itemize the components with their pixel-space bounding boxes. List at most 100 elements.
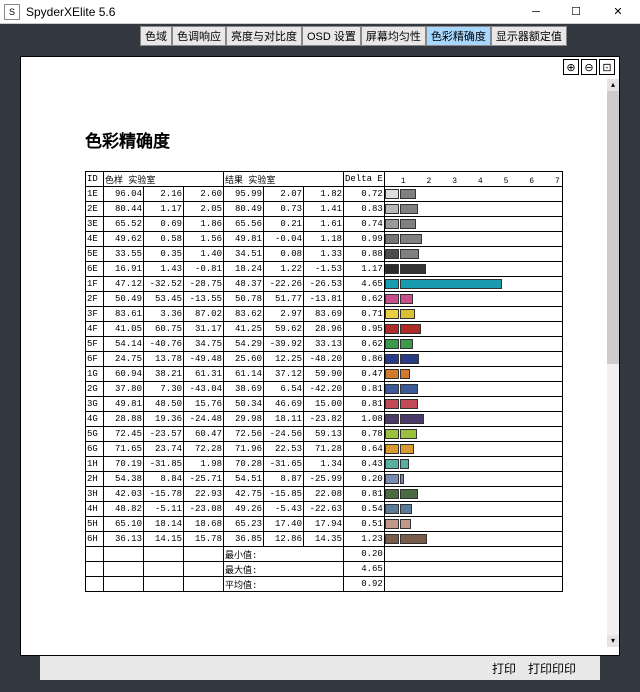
print-button[interactable]: 打印 xyxy=(492,660,516,677)
result-val: -24.56 xyxy=(264,427,304,442)
row-id: 4H xyxy=(86,502,104,517)
sample-val: 53.45 xyxy=(144,292,184,307)
tab-4[interactable]: 屏幕均匀性 xyxy=(361,26,426,46)
tab-6[interactable]: 显示器额定值 xyxy=(491,26,567,46)
delta-val: 0.86 xyxy=(344,352,385,367)
tab-0[interactable]: 色域 xyxy=(140,26,172,46)
table-row: 5E33.550.351.4034.510.081.330.88 xyxy=(86,247,563,262)
result-val: 0.08 xyxy=(264,247,304,262)
zoom-in-icon[interactable]: ⊕ xyxy=(563,59,579,75)
result-val: -39.92 xyxy=(264,337,304,352)
tab-3[interactable]: OSD 设置 xyxy=(302,26,361,46)
sample-val: 14.15 xyxy=(144,532,184,547)
close-button[interactable]: ✕ xyxy=(596,0,640,24)
delta-bar xyxy=(400,339,414,349)
chart-cell xyxy=(384,397,562,412)
sample-val: 83.61 xyxy=(104,307,144,322)
chart-cell xyxy=(384,457,562,472)
table-row: 5H65.1018.1418.6865.2317.4017.940.51 xyxy=(86,517,563,532)
sample-val: 71.65 xyxy=(104,442,144,457)
row-id: 1F xyxy=(86,277,104,292)
chart-cell xyxy=(384,427,562,442)
table-row: 1G60.9438.2161.3161.1437.1259.900.47 xyxy=(86,367,563,382)
tab-5[interactable]: 色彩精确度 xyxy=(426,26,491,46)
result-val: -22.26 xyxy=(264,277,304,292)
vertical-scrollbar[interactable]: ▴ ▾ xyxy=(607,79,619,647)
color-swatch xyxy=(385,414,399,424)
delta-bar xyxy=(400,354,419,364)
color-swatch xyxy=(385,489,399,499)
sample-val: -23.08 xyxy=(184,502,224,517)
sample-val: 87.02 xyxy=(184,307,224,322)
color-swatch xyxy=(385,474,399,484)
result-val: 8.87 xyxy=(264,472,304,487)
delta-val: 0.95 xyxy=(344,322,385,337)
chart-cell xyxy=(384,487,562,502)
row-id: 6F xyxy=(86,352,104,367)
row-id: 2G xyxy=(86,382,104,397)
table-row: 5G72.45-23.5760.4772.56-24.5659.130.78 xyxy=(86,427,563,442)
delta-bar xyxy=(400,384,418,394)
row-id: 3F xyxy=(86,307,104,322)
sample-val: 3.36 xyxy=(144,307,184,322)
chart-cell xyxy=(384,382,562,397)
color-swatch xyxy=(385,429,399,439)
sample-val: -23.57 xyxy=(144,427,184,442)
row-id: 1G xyxy=(86,367,104,382)
minimize-button[interactable]: ─ xyxy=(516,0,556,24)
sample-val: 36.13 xyxy=(104,532,144,547)
sample-val: 60.75 xyxy=(144,322,184,337)
result-val: 70.28 xyxy=(224,457,264,472)
summary-value: 0.92 xyxy=(344,577,385,592)
zoom-fit-icon[interactable]: ⊡ xyxy=(599,59,615,75)
sample-val: 49.81 xyxy=(104,397,144,412)
color-swatch xyxy=(385,444,399,454)
scroll-up-icon[interactable]: ▴ xyxy=(607,79,619,91)
result-val: 48.37 xyxy=(224,277,264,292)
sample-val: -49.48 xyxy=(184,352,224,367)
summary-row: 平均值:0.92 xyxy=(86,577,563,592)
result-val: 12.25 xyxy=(264,352,304,367)
delta-val: 1.23 xyxy=(344,532,385,547)
tab-1[interactable]: 色调响应 xyxy=(172,26,226,46)
sample-val: -13.55 xyxy=(184,292,224,307)
scroll-down-icon[interactable]: ▾ xyxy=(607,635,619,647)
result-val: 65.23 xyxy=(224,517,264,532)
print-alt-button[interactable]: 打印印印 xyxy=(528,660,576,677)
sample-val: 8.84 xyxy=(144,472,184,487)
sample-val: -0.81 xyxy=(184,262,224,277)
delta-bar xyxy=(400,264,426,274)
sample-val: 0.69 xyxy=(144,217,184,232)
result-val: -13.81 xyxy=(304,292,344,307)
chart-cell xyxy=(384,337,562,352)
window-title: SpyderXElite 5.6 xyxy=(24,5,516,19)
sample-val: 2.05 xyxy=(184,202,224,217)
result-val: 95.99 xyxy=(224,187,264,202)
sample-val: 13.78 xyxy=(144,352,184,367)
row-id: 4F xyxy=(86,322,104,337)
chart-cell xyxy=(384,532,562,547)
delta-bar xyxy=(400,189,416,199)
color-swatch xyxy=(385,204,399,214)
sample-val: -28.75 xyxy=(184,277,224,292)
scroll-thumb[interactable] xyxy=(607,91,619,364)
tab-2[interactable]: 亮度与对比度 xyxy=(226,26,302,46)
tab-bar: 色域色调响应亮度与对比度OSD 设置屏幕均匀性色彩精确度显示器额定值 xyxy=(0,24,640,46)
result-val: 0.21 xyxy=(264,217,304,232)
sample-val: 65.10 xyxy=(104,517,144,532)
delta-val: 1.17 xyxy=(344,262,385,277)
result-val: 59.90 xyxy=(304,367,344,382)
sample-val: 54.38 xyxy=(104,472,144,487)
delta-bar xyxy=(400,504,412,514)
col-delta: Delta E xyxy=(344,172,385,187)
result-val: -5.43 xyxy=(264,502,304,517)
delta-val: 0.43 xyxy=(344,457,385,472)
result-val: 33.13 xyxy=(304,337,344,352)
col-id: ID xyxy=(86,172,104,187)
sample-val: -31.85 xyxy=(144,457,184,472)
maximize-button[interactable]: ☐ xyxy=(556,0,596,24)
result-val: 2.07 xyxy=(264,187,304,202)
zoom-out-icon[interactable]: ⊖ xyxy=(581,59,597,75)
row-id: 1H xyxy=(86,457,104,472)
result-val: 71.28 xyxy=(304,442,344,457)
